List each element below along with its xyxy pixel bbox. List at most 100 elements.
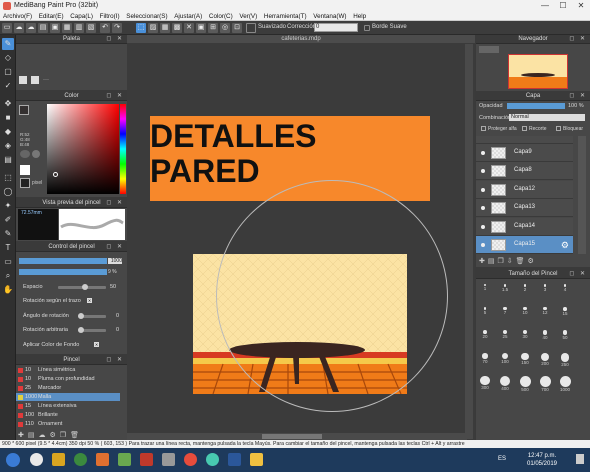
- copy-layer-icon[interactable]: ❐: [498, 258, 507, 265]
- move-tool-icon[interactable]: ✥: [2, 98, 14, 110]
- panel-buttons-icon[interactable]: ◻ ✕: [106, 199, 124, 208]
- angulo-slider[interactable]: [78, 313, 106, 319]
- snap6-icon[interactable]: ◎: [220, 23, 230, 33]
- brush-size-option[interactable]: 30: [518, 327, 532, 343]
- suavizado-checkbox[interactable]: [246, 23, 256, 33]
- brush-size-option[interactable]: 1.5: [498, 281, 512, 297]
- brush-size-option[interactable]: 1: [478, 281, 492, 297]
- chrome-icon[interactable]: [30, 453, 43, 466]
- brush-item[interactable]: 100 Brillante: [16, 411, 120, 419]
- frame-tool-icon[interactable]: ▭: [2, 256, 14, 268]
- close-button[interactable]: ✕: [572, 0, 590, 12]
- layer-gear-icon[interactable]: ⚙: [561, 240, 569, 251]
- grid-icon[interactable]: ▦: [62, 23, 72, 33]
- brush-size-option[interactable]: 15: [558, 304, 572, 320]
- vertical-scrollbar[interactable]: [465, 44, 473, 439]
- fill-tool-icon[interactable]: ◆: [2, 126, 14, 138]
- new-file-icon[interactable]: ▭: [2, 23, 12, 33]
- eye-icon[interactable]: [481, 206, 485, 211]
- brush-size-option[interactable]: 40: [538, 327, 552, 343]
- select-rect-icon[interactable]: ⬚: [2, 172, 14, 184]
- cloud-upload-icon[interactable]: ☁: [26, 23, 36, 33]
- nav-zoom-icon[interactable]: [479, 46, 499, 53]
- panel-buttons-icon[interactable]: ◻ ✕: [569, 270, 587, 279]
- menu-help[interactable]: Help: [350, 12, 368, 20]
- medibang-icon[interactable]: [250, 453, 263, 466]
- app-target-icon[interactable]: [184, 453, 197, 466]
- minimize-button[interactable]: —: [536, 0, 554, 12]
- layer-row-partial[interactable]: [476, 136, 573, 144]
- save-icon[interactable]: ▣: [50, 23, 60, 33]
- menu-herramienta[interactable]: Herramienta(T): [261, 12, 309, 20]
- eye-icon[interactable]: [481, 151, 485, 155]
- brush-size-option[interactable]: 250: [558, 350, 572, 367]
- shape-tool-icon[interactable]: ▢: [2, 66, 14, 78]
- brush-delete-icon[interactable]: 🗑: [70, 432, 83, 439]
- select-pen-icon[interactable]: ✐: [2, 214, 14, 226]
- snap3-icon[interactable]: ✕: [184, 23, 194, 33]
- brush-copy-icon[interactable]: ❐: [60, 432, 70, 439]
- brush-item[interactable]: 10 Línea simétrica: [16, 366, 120, 374]
- brush-size-option[interactable]: 70: [478, 350, 492, 366]
- layer-row[interactable]: Capa14: [476, 217, 573, 236]
- snap5-icon[interactable]: ⊞: [208, 23, 218, 33]
- brush-folder-icon[interactable]: ▤: [28, 432, 39, 439]
- panel-buttons-icon[interactable]: ◻ ✕: [106, 92, 124, 101]
- color-picker-cursor[interactable]: [53, 172, 58, 177]
- proteger-alfa-checkbox[interactable]: [481, 126, 486, 131]
- menu-archivo[interactable]: Archivo(F): [0, 12, 34, 20]
- brush-item[interactable]: 10 Pluma con profundidad: [16, 375, 120, 383]
- panel-buttons-icon[interactable]: ◻ ✕: [106, 243, 124, 252]
- word-icon[interactable]: [228, 453, 241, 466]
- layer-row[interactable]: Capa13: [476, 199, 573, 218]
- brush-size-option[interactable]: 700: [538, 373, 552, 392]
- brush-size-option[interactable]: 5: [478, 304, 492, 320]
- cloud-icon[interactable]: ☁: [14, 23, 24, 33]
- rotacion-arbitraria-slider[interactable]: [78, 327, 106, 333]
- borde-suave-checkbox[interactable]: [364, 25, 370, 31]
- start-button-icon[interactable]: [6, 453, 20, 467]
- brush-size-option[interactable]: 150: [518, 350, 532, 366]
- panel-buttons-icon[interactable]: ◻ ✕: [569, 92, 587, 101]
- magic-wand-icon[interactable]: ✦: [2, 200, 14, 212]
- media-player-icon[interactable]: [74, 453, 87, 466]
- delete-layer-icon[interactable]: 🗑: [516, 258, 528, 265]
- brush-size-option[interactable]: 400: [498, 373, 512, 391]
- add-layer-icon[interactable]: ✚: [479, 258, 488, 265]
- menu-ventana[interactable]: Ventana(W): [310, 12, 348, 20]
- layout-icon[interactable]: ▥: [74, 23, 84, 33]
- brush-tool-icon[interactable]: ✎: [2, 38, 14, 50]
- whatsapp-icon[interactable]: [206, 453, 219, 466]
- brush-size-option[interactable]: 7: [498, 304, 512, 320]
- brush-size-option[interactable]: 300: [478, 373, 492, 390]
- panel-buttons-icon[interactable]: ◻ ✕: [569, 35, 587, 44]
- snap-icon[interactable]: ▦: [160, 23, 170, 33]
- panel-buttons-icon[interactable]: ◻ ✕: [106, 356, 124, 365]
- document-tab[interactable]: cafeterias.mdp: [127, 35, 475, 43]
- folder-icon[interactable]: ▤: [38, 23, 48, 33]
- panel-icon[interactable]: ▧: [86, 23, 96, 33]
- fill-rect-icon[interactable]: ■: [2, 112, 14, 124]
- color-wheel-icon[interactable]: [20, 150, 30, 158]
- language-indicator[interactable]: ES: [498, 456, 506, 462]
- menu-ajustar[interactable]: Ajustar(A): [171, 12, 204, 20]
- brush-size-value[interactable]: 1000: [108, 258, 122, 264]
- combinacion-select[interactable]: Normal: [509, 114, 585, 121]
- brush-size-option[interactable]: 12: [538, 304, 552, 320]
- foreground-color-swatch[interactable]: [19, 105, 29, 115]
- eye-icon[interactable]: [481, 187, 485, 192]
- correccion-select[interactable]: 0: [314, 23, 358, 32]
- brush-size-option[interactable]: 2: [518, 281, 532, 297]
- brush-settings-icon[interactable]: ⚙: [50, 432, 60, 439]
- app-red-icon[interactable]: [140, 453, 153, 466]
- brush-size-option[interactable]: 3: [538, 281, 552, 297]
- gradient-tool-icon[interactable]: ▤: [2, 154, 14, 166]
- app-gray-icon[interactable]: [162, 453, 175, 466]
- brush-size-option[interactable]: 10: [518, 304, 532, 320]
- espacio-slider[interactable]: [58, 284, 106, 290]
- brush-item[interactable]: 110 Ornament: [16, 420, 120, 428]
- brush-size-slider[interactable]: [19, 258, 107, 264]
- layer-row[interactable]: Capa12: [476, 180, 573, 199]
- brush-cloud-icon[interactable]: ☁: [39, 432, 50, 439]
- brush-item[interactable]: 15 Línea extensiva: [16, 402, 120, 410]
